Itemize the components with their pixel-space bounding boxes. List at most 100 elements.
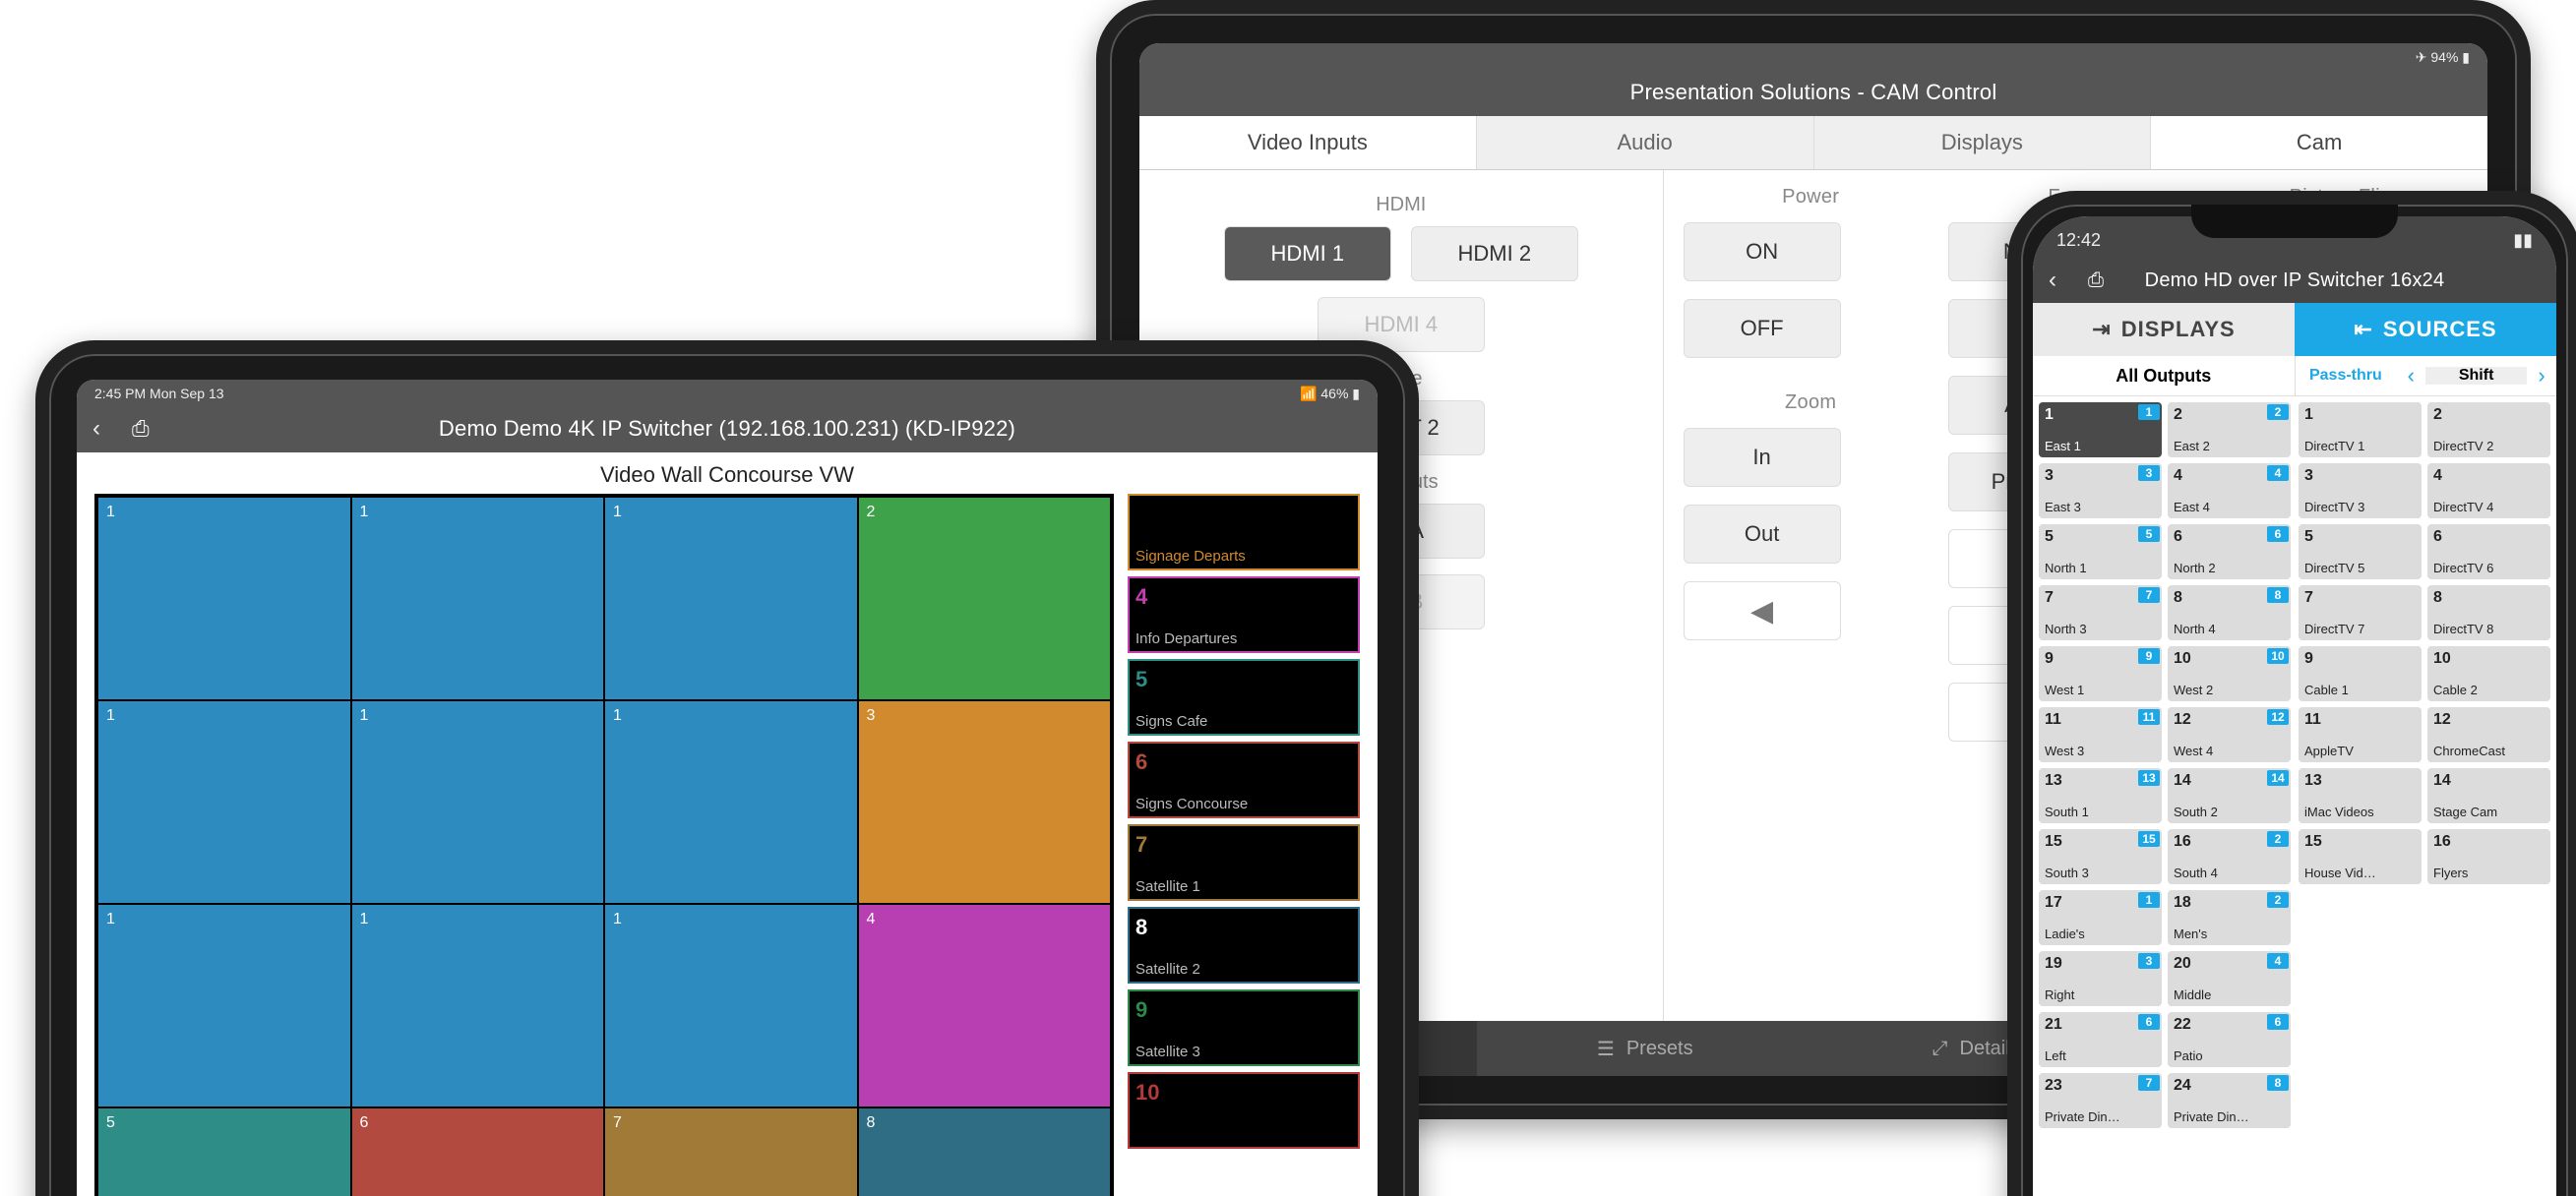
route-badge: 3 (2138, 953, 2160, 969)
source-cell[interactable]: 3DirectTV 3 (2299, 463, 2422, 518)
vw-cell[interactable]: 1 (604, 904, 858, 1107)
output-cell[interactable]: 19Right3 (2039, 951, 2162, 1006)
vw-cell[interactable]: 1 (97, 904, 351, 1107)
source-list[interactable]: Signage Departs 4 Info Departures 5 Sign… (1128, 494, 1360, 1196)
output-cell[interactable]: 20Middle4 (2168, 951, 2291, 1006)
source-item[interactable]: 10 (1128, 1072, 1360, 1149)
vw-cell[interactable]: 1 (97, 700, 351, 904)
vw-cell[interactable]: 6 (351, 1107, 605, 1196)
output-cell[interactable]: 13South 113 (2039, 768, 2162, 823)
vw-cell[interactable]: 1 (604, 497, 858, 700)
video-wall-ipad: 2:45 PM Mon Sep 13 📶 46% ▮ ‹ Demo Demo 4… (35, 340, 1419, 1196)
hdmi1-button[interactable]: HDMI 1 (1224, 226, 1391, 281)
output-cell[interactable]: 15South 315 (2039, 829, 2162, 884)
shift-left-icon[interactable]: ‹ (2396, 363, 2425, 389)
output-cell[interactable]: 18Men's2 (2168, 890, 2291, 945)
source-cell[interactable]: 7DirectTV 7 (2299, 585, 2422, 640)
nav-left-button[interactable]: ◀ (1684, 581, 1841, 640)
source-num: 13 (2304, 772, 2416, 790)
route-badge: 5 (2138, 526, 2160, 542)
output-cell[interactable]: 16South 42 (2168, 829, 2291, 884)
shift-button[interactable]: Shift (2425, 367, 2527, 385)
vw-cell[interactable]: 2 (858, 497, 1112, 700)
source-item[interactable]: 9 Satellite 3 (1128, 989, 1360, 1066)
output-cell[interactable]: 17Ladie's1 (2039, 890, 2162, 945)
output-cell[interactable]: 8North 48 (2168, 585, 2291, 640)
share-icon[interactable]: ⎙ (132, 416, 150, 442)
output-cell[interactable]: 14South 214 (2168, 768, 2291, 823)
output-cell[interactable]: 12West 412 (2168, 707, 2291, 762)
power-on-button[interactable]: ON (1684, 222, 1841, 281)
battery-status: ✈ 94% ▮ (2416, 49, 2470, 66)
output-cell[interactable]: 9West 19 (2039, 646, 2162, 701)
power-off-button[interactable]: OFF (1684, 299, 1841, 358)
vw-cell[interactable]: 1 (351, 497, 605, 700)
output-cell[interactable]: 1East 11 (2039, 402, 2162, 457)
back-chevron-icon[interactable]: ‹ (2049, 267, 2056, 294)
zoom-in-button[interactable]: In (1684, 428, 1841, 487)
source-cell[interactable]: 8DirectTV 8 (2427, 585, 2550, 640)
route-badge: 12 (2267, 709, 2289, 725)
output-cell[interactable]: 24Private Din…8 (2168, 1073, 2291, 1128)
tab-cam[interactable]: Cam (2150, 116, 2487, 169)
hdmi2-button[interactable]: HDMI 2 (1411, 226, 1578, 281)
source-cell[interactable]: 16Flyers (2427, 829, 2550, 884)
source-item[interactable]: Signage Departs (1128, 494, 1360, 570)
source-cell[interactable]: 2DirectTV 2 (2427, 402, 2550, 457)
zoom-out-button[interactable]: Out (1684, 505, 1841, 564)
back-chevron-icon[interactable]: ‹ (92, 415, 100, 443)
output-cell[interactable]: 23Private Din…7 (2039, 1073, 2162, 1128)
tab-displays[interactable]: Displays (1813, 116, 2151, 169)
seg-sources[interactable]: ⇤ SOURCES (2295, 303, 2556, 356)
vw-cell[interactable]: 1 (351, 904, 605, 1107)
source-cell[interactable]: 12ChromeCast (2427, 707, 2550, 762)
source-item[interactable]: 5 Signs Cafe (1128, 659, 1360, 736)
output-cell[interactable]: 4East 44 (2168, 463, 2291, 518)
vw-cell[interactable]: 1 (97, 497, 351, 700)
vw-cell[interactable]: 1 (351, 700, 605, 904)
vw-cell[interactable]: 1 (604, 700, 858, 904)
source-cell[interactable]: 1DirectTV 1 (2299, 402, 2422, 457)
output-cell[interactable]: 7North 37 (2039, 585, 2162, 640)
source-cell[interactable]: 13iMac Videos (2299, 768, 2422, 823)
source-cell[interactable]: 9Cable 1 (2299, 646, 2422, 701)
source-cell[interactable]: 10Cable 2 (2427, 646, 2550, 701)
output-cell[interactable]: 21Left6 (2039, 1012, 2162, 1067)
output-cell[interactable]: 10West 210 (2168, 646, 2291, 701)
pass-thru-button[interactable]: Pass-thru (2296, 367, 2397, 385)
route-badge: 7 (2138, 587, 2160, 603)
source-item[interactable]: 8 Satellite 2 (1128, 907, 1360, 984)
bottom-tab-presets[interactable]: ☰ Presets (1477, 1021, 1814, 1076)
source-cell[interactable]: 6DirectTV 6 (2427, 524, 2550, 579)
vw-cell[interactable]: 3 (858, 700, 1112, 904)
source-cell[interactable]: 11AppleTV (2299, 707, 2422, 762)
output-cell[interactable]: 22Patio6 (2168, 1012, 2291, 1067)
source-label: DirectTV 6 (2433, 562, 2545, 575)
vw-cell[interactable]: 8 (858, 1107, 1112, 1196)
all-outputs-label[interactable]: All Outputs (2033, 356, 2296, 395)
source-cell[interactable]: 15House Vid… (2299, 829, 2422, 884)
tab-video-inputs[interactable]: Video Inputs (1139, 116, 1476, 169)
source-item[interactable]: 6 Signs Concourse (1128, 742, 1360, 818)
share-icon[interactable]: ⎙ (2088, 269, 2104, 292)
route-badge: 8 (2267, 1075, 2289, 1091)
vw-cell[interactable]: 7 (604, 1107, 858, 1196)
output-label: Ladie's (2045, 927, 2156, 941)
source-num: 4 (2433, 467, 2545, 485)
source-item[interactable]: 4 Info Departures (1128, 576, 1360, 653)
output-cell[interactable]: 5North 15 (2039, 524, 2162, 579)
source-cell[interactable]: 5DirectTV 5 (2299, 524, 2422, 579)
vw-cell[interactable]: 5 (97, 1107, 351, 1196)
output-cell[interactable]: 3East 33 (2039, 463, 2162, 518)
output-cell[interactable]: 11West 311 (2039, 707, 2162, 762)
source-cell[interactable]: 14Stage Cam (2427, 768, 2550, 823)
output-cell[interactable]: 2East 22 (2168, 402, 2291, 457)
output-cell[interactable]: 6North 26 (2168, 524, 2291, 579)
vw-cell[interactable]: 4 (858, 904, 1112, 1107)
shift-right-icon[interactable]: › (2527, 363, 2556, 389)
tab-audio[interactable]: Audio (1476, 116, 1813, 169)
source-item[interactable]: 7 Satellite 1 (1128, 824, 1360, 901)
source-cell[interactable]: 4DirectTV 4 (2427, 463, 2550, 518)
seg-displays[interactable]: ⇥ DISPLAYS (2033, 303, 2295, 356)
route-badge: 6 (2267, 526, 2289, 542)
